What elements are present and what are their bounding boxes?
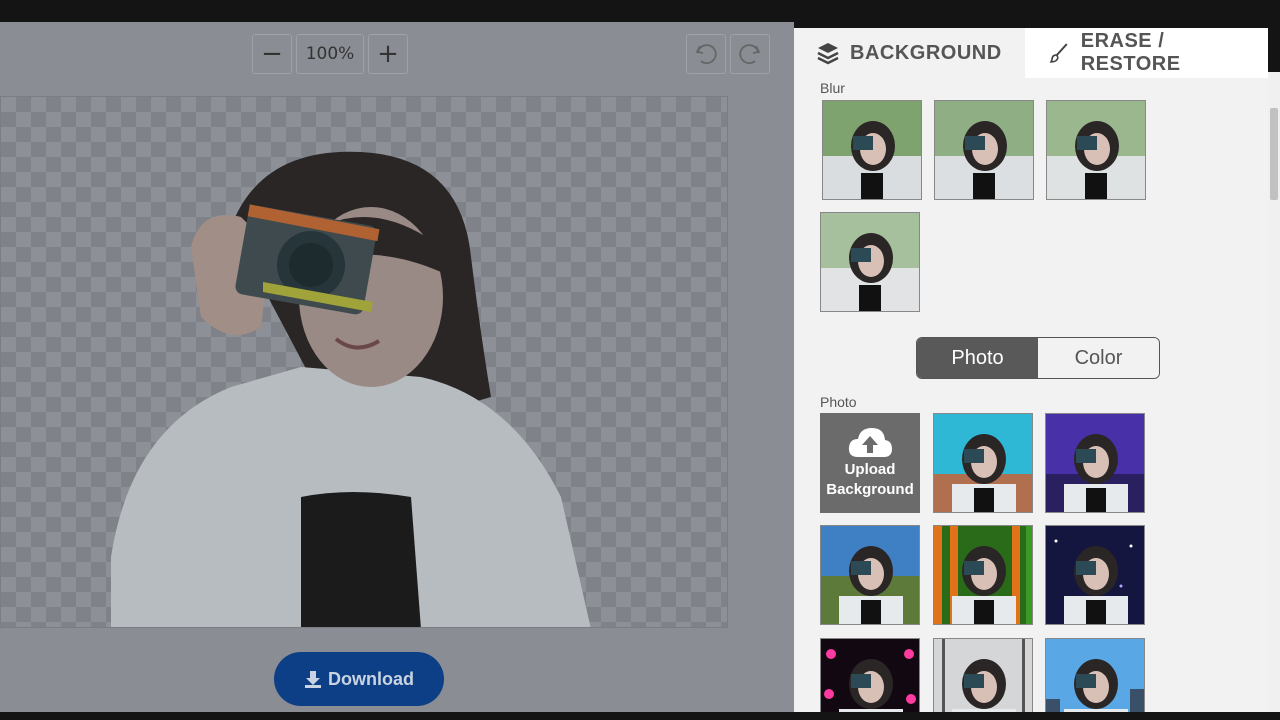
- upload-background-button[interactable]: Upload Background: [820, 413, 920, 513]
- zoom-level: 100%: [296, 34, 364, 74]
- blur-option-3[interactable]: [1046, 100, 1146, 200]
- photo-option-pink-lights[interactable]: [820, 638, 920, 712]
- undo-icon: [695, 44, 717, 64]
- toggle-color[interactable]: Color: [1038, 338, 1159, 378]
- image-canvas[interactable]: [0, 96, 728, 628]
- panel-scrollbar[interactable]: [1268, 72, 1280, 712]
- undo-button[interactable]: [686, 34, 726, 74]
- download-button[interactable]: Download: [274, 652, 444, 706]
- photo-option-beach[interactable]: [933, 413, 1033, 513]
- blur-option-2[interactable]: [934, 100, 1034, 200]
- history-controls: [686, 34, 770, 74]
- tab-background[interactable]: BACKGROUND: [794, 28, 1025, 78]
- photo-option-night-bridge[interactable]: [1045, 413, 1145, 513]
- subject-photo: [111, 151, 591, 627]
- cloud-upload-icon: [848, 428, 892, 458]
- photo-option-city-skyline[interactable]: [1045, 638, 1145, 712]
- blur-section-label: Blur: [820, 80, 845, 96]
- zoom-out-button[interactable]: −: [252, 34, 292, 74]
- panel-tabs: BACKGROUND ERASE / RESTORE: [794, 28, 1268, 78]
- blur-option-1[interactable]: [822, 100, 922, 200]
- tab-erase-restore[interactable]: ERASE / RESTORE: [1025, 28, 1268, 78]
- top-bar: [0, 0, 1280, 22]
- blur-option-4[interactable]: [820, 212, 920, 312]
- photo-color-toggle: Photo Color: [916, 337, 1160, 379]
- download-icon: [305, 671, 321, 688]
- layers-icon: [817, 43, 839, 65]
- download-label: Download: [328, 668, 414, 689]
- photo-section-label: Photo: [820, 394, 857, 410]
- upload-line-2: Background: [826, 481, 914, 498]
- tab-erase-restore-label: ERASE / RESTORE: [1080, 30, 1181, 75]
- upload-line-1: Upload: [844, 461, 896, 479]
- photo-option-pencils[interactable]: [933, 525, 1033, 625]
- app-screen: − 100% + Download BACKGROUND ERASE / RES…: [0, 0, 1280, 720]
- scrollbar-thumb[interactable]: [1270, 108, 1278, 200]
- editor-area: − 100% + Download: [0, 22, 794, 712]
- photo-option-mountains[interactable]: [820, 525, 920, 625]
- tab-background-label: BACKGROUND: [850, 41, 1002, 64]
- zoom-controls: − 100% +: [252, 34, 408, 74]
- redo-icon: [739, 44, 761, 64]
- side-panel: BACKGROUND ERASE / RESTORE Blur Photo Co…: [794, 28, 1268, 712]
- brush-icon: [1049, 43, 1068, 63]
- photo-option-galaxy[interactable]: [1045, 525, 1145, 625]
- toggle-photo[interactable]: Photo: [917, 338, 1038, 378]
- zoom-in-button[interactable]: +: [368, 34, 408, 74]
- photo-option-winter-trees[interactable]: [933, 638, 1033, 712]
- redo-button[interactable]: [730, 34, 770, 74]
